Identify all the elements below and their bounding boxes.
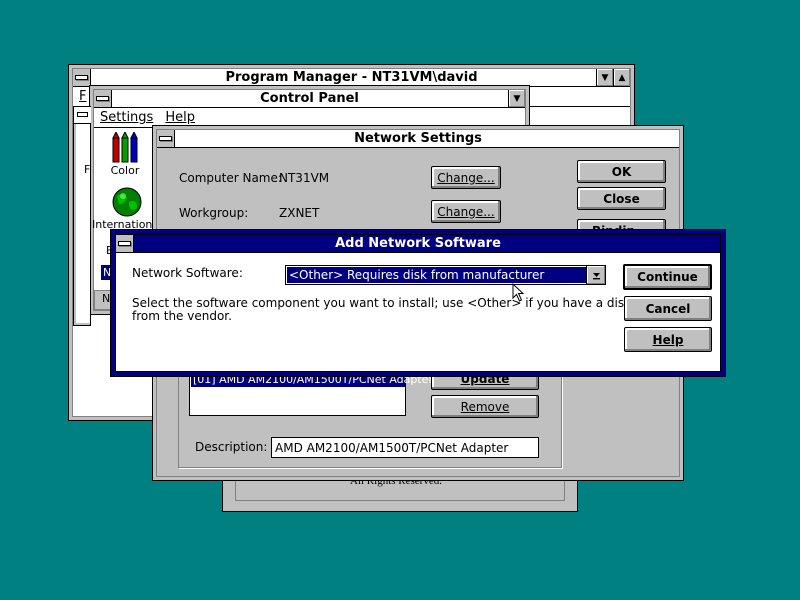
instructions-line2: from the vendor. bbox=[132, 309, 232, 323]
network-software-label: Network Software: bbox=[132, 266, 243, 280]
network-software-selected-label: <Other> Requires disk from manufacturer bbox=[289, 268, 545, 282]
computer-name-label: Computer Name: bbox=[179, 171, 282, 185]
description-field[interactable]: AMD AM2100/AM1500T/PCNet Adapter bbox=[271, 437, 539, 458]
remove-button[interactable]: Remove bbox=[431, 395, 539, 418]
system-menu-icon bbox=[75, 75, 88, 80]
minimize-icon: ▼ bbox=[601, 72, 609, 83]
change-workgroup-label: Change... bbox=[437, 204, 495, 219]
remove-label: Remove bbox=[460, 399, 510, 414]
add-network-software-body: Add Network Software Network Software: <… bbox=[115, 234, 721, 372]
control-panel-system-menu[interactable] bbox=[94, 90, 112, 107]
program-group-body bbox=[76, 124, 90, 323]
continue-button[interactable]: Continue bbox=[623, 264, 712, 290]
color-icon-label: Color bbox=[110, 164, 140, 177]
program-manager-maximize-button[interactable]: ▲ bbox=[613, 69, 630, 86]
change-workgroup-button[interactable]: Change... bbox=[431, 200, 501, 223]
network-software-selected: <Other> Requires disk from manufacturer bbox=[287, 267, 586, 283]
change-computer-name-label: Change... bbox=[437, 170, 495, 185]
color-crayons-icon bbox=[112, 132, 138, 163]
change-computer-name-button[interactable]: Change... bbox=[431, 166, 501, 189]
minimize-icon: ▼ bbox=[513, 93, 521, 104]
program-manager-minimize-button[interactable]: ▼ bbox=[596, 69, 613, 86]
system-menu-icon bbox=[118, 241, 131, 246]
control-panel-title: Control Panel bbox=[260, 91, 359, 106]
continue-label: Continue bbox=[637, 270, 698, 284]
control-panel-menu-settings[interactable]: Settings bbox=[94, 110, 159, 125]
program-manager-title: Program Manager - NT31VM\david bbox=[225, 70, 478, 85]
help-button[interactable]: Help bbox=[624, 327, 712, 352]
ok-label: OK bbox=[611, 164, 632, 179]
globe-icon bbox=[112, 187, 142, 217]
add-network-software-title: Add Network Software bbox=[335, 236, 501, 251]
network-settings-system-menu[interactable] bbox=[157, 130, 175, 147]
help-label: Help bbox=[652, 332, 684, 347]
close-button[interactable]: Close bbox=[577, 187, 666, 210]
cancel-label: Cancel bbox=[645, 301, 691, 316]
mouse-pointer-icon bbox=[512, 283, 525, 302]
network-software-dropdown[interactable]: <Other> Requires disk from manufacturer bbox=[285, 265, 606, 285]
partial-letter-f: F bbox=[84, 163, 91, 176]
maximize-icon: ▲ bbox=[618, 72, 626, 83]
description-label: Description: bbox=[195, 440, 268, 454]
system-menu-icon bbox=[159, 136, 172, 141]
instructions-line1: Select the software component you want t… bbox=[132, 296, 632, 310]
system-menu-icon bbox=[77, 112, 88, 117]
close-label: Close bbox=[603, 191, 640, 206]
workgroup-label: Workgroup: bbox=[179, 206, 249, 220]
add-network-software-titlebar[interactable]: Add Network Software bbox=[116, 235, 720, 253]
ok-button[interactable]: OK bbox=[577, 160, 666, 183]
control-panel-menu-help[interactable]: Help bbox=[159, 110, 201, 125]
program-manager-system-menu[interactable] bbox=[73, 69, 91, 86]
description-value: AMD AM2100/AM1500T/PCNet Adapter bbox=[275, 441, 509, 455]
system-menu-icon bbox=[96, 96, 109, 101]
network-settings-title: Network Settings bbox=[354, 131, 482, 146]
chevron-down-icon bbox=[592, 273, 600, 280]
control-panel-minimize-button[interactable]: ▼ bbox=[508, 90, 525, 107]
computer-name-value: NT31VM bbox=[279, 171, 330, 185]
program-group-titlebar bbox=[74, 107, 91, 124]
cancel-button[interactable]: Cancel bbox=[624, 296, 712, 321]
control-panel-titlebar[interactable]: Control Panel ▼ bbox=[94, 90, 525, 108]
partial-letter-n: N bbox=[102, 292, 111, 305]
dropdown-arrow-button[interactable] bbox=[586, 266, 605, 284]
color-icon-item[interactable]: Color bbox=[94, 132, 156, 177]
network-settings-titlebar[interactable]: Network Settings bbox=[157, 130, 679, 148]
add-network-software-dialog[interactable]: Add Network Software Network Software: <… bbox=[110, 229, 726, 377]
workgroup-value: ZXNET bbox=[279, 206, 320, 220]
program-group-window bbox=[73, 106, 91, 326]
add-network-software-system-menu[interactable] bbox=[116, 235, 134, 252]
